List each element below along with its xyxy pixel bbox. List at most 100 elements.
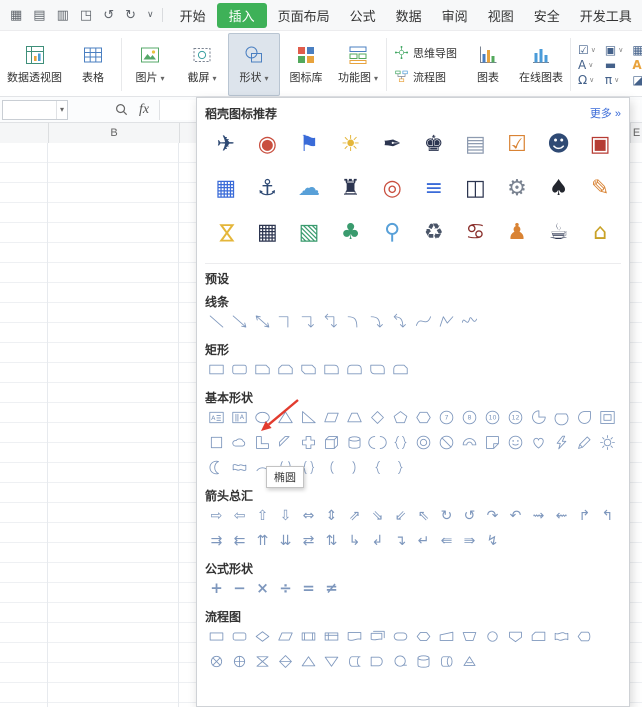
shape-fc-multidocument[interactable] — [366, 626, 389, 648]
shape-not-equal[interactable]: ≠ — [320, 578, 343, 600]
shape-multiply[interactable]: × — [251, 578, 274, 600]
shape-arrow-wave-right[interactable]: ⇝ — [527, 505, 550, 527]
wordart-button[interactable]: A∨ — [632, 59, 642, 71]
shape-fc-terminator[interactable] — [389, 626, 412, 648]
shape-line-arrow[interactable] — [228, 311, 251, 333]
shape-curved-arrow[interactable] — [366, 311, 389, 333]
save-icon[interactable]: ▤ — [33, 9, 45, 22]
shape-fc-manual-input[interactable] — [435, 626, 458, 648]
drink-icon[interactable]: ☕ — [549, 222, 569, 244]
shape-snip-same-side-corner-rectangle[interactable] — [274, 359, 297, 381]
shape-minus[interactable]: − — [228, 578, 251, 600]
shape-arrow-rotate-left[interactable]: ↺ — [458, 505, 481, 527]
tab-dev-tools[interactable]: 开发工具 — [571, 3, 641, 28]
shape-arrow-double-down[interactable]: ⇊ — [274, 530, 297, 552]
shape-cross[interactable] — [297, 432, 320, 454]
shape-elbow-arrow[interactable] — [297, 311, 320, 333]
shape-right-brace[interactable] — [389, 457, 412, 479]
tab-home[interactable]: 开始 — [171, 3, 215, 28]
print-preview-icon[interactable]: ◳ — [80, 9, 92, 22]
shape-fc-sequential-access[interactable] — [389, 651, 412, 673]
doc-search-icon[interactable]: ⚲ — [384, 222, 400, 244]
shape-pie[interactable] — [527, 407, 550, 429]
shape-left-bracket[interactable] — [320, 457, 343, 479]
column-header-b[interactable]: B — [48, 123, 179, 143]
shape-arrow-corner-up[interactable]: ↱ — [573, 505, 596, 527]
tab-insert[interactable]: 插入 — [216, 2, 267, 28]
shape-snip-single-corner-rectangle[interactable] — [251, 359, 274, 381]
shopping-bag-icon[interactable]: ♠ — [549, 178, 569, 200]
shape-arrow-down[interactable]: ⇩ — [274, 505, 297, 527]
shape-scribble[interactable] — [458, 311, 481, 333]
shape-fc-display[interactable] — [573, 626, 596, 648]
shape-curve[interactable] — [412, 311, 435, 333]
shape-right-triangle[interactable] — [297, 407, 320, 429]
shape-snip-round-corner-rectangle[interactable] — [389, 359, 412, 381]
flowchart-button[interactable]: 流程图 — [394, 69, 457, 85]
shape-elbow-connector[interactable] — [274, 311, 297, 333]
shape-fc-data[interactable] — [274, 626, 297, 648]
equation-button[interactable]: π ∨ — [605, 74, 623, 86]
shape-double-bracket[interactable] — [366, 432, 389, 454]
shape-line-diagonal[interactable] — [205, 311, 228, 333]
shape-arrow-triple-right[interactable]: ⇛ — [458, 530, 481, 552]
calendar-icon[interactable]: ▦ — [257, 222, 278, 244]
shape-elbow-double-arrow[interactable] — [320, 311, 343, 333]
shape-round-single-corner-rectangle[interactable] — [320, 359, 343, 381]
shape-arrow-ne[interactable]: ⇗ — [343, 505, 366, 527]
shape-left-brace[interactable] — [366, 457, 389, 479]
undo-icon[interactable]: ↺ — [103, 9, 114, 22]
tab-page-layout[interactable]: 页面布局 — [269, 3, 339, 28]
ship-icon[interactable]: ⚓ — [258, 178, 278, 200]
shape-fc-collate[interactable] — [251, 651, 274, 673]
function-diagram-button[interactable]: 功能图 ▾ — [332, 33, 384, 96]
shape-fc-delay[interactable] — [366, 651, 389, 673]
shape-hexagon[interactable] — [412, 407, 435, 429]
table-button[interactable]: 表格 — [67, 33, 119, 96]
shape-equal[interactable]: = — [297, 578, 320, 600]
shape-arrow-up[interactable]: ⇧ — [251, 505, 274, 527]
shape-arrow-double-left[interactable]: ⇇ — [228, 530, 251, 552]
shapes-button[interactable]: 形状 ▾ — [228, 33, 280, 96]
plane-icon[interactable]: ✈ — [217, 134, 235, 156]
trash-icon[interactable]: ♻ — [424, 222, 444, 244]
shape-arrow-wave-left[interactable]: ⇜ — [550, 505, 573, 527]
shape-smiley[interactable] — [504, 432, 527, 454]
id-card-icon[interactable]: ◫ — [465, 178, 486, 200]
shape-fc-direct-access-storage[interactable] — [435, 651, 458, 673]
watermark-button[interactable]: ◪∨ — [632, 74, 642, 86]
shape-ellipse[interactable] — [251, 407, 274, 429]
gear-icon[interactable]: ⚙ — [507, 178, 527, 200]
shape-rounded-rectangle[interactable] — [228, 359, 251, 381]
picture-button[interactable]: 图片 ▾ — [124, 33, 176, 96]
shape-square[interactable] — [205, 432, 228, 454]
shape-fc-summing-junction[interactable] — [205, 651, 228, 673]
shape-trapezoid[interactable] — [343, 407, 366, 429]
shape-fc-alternate-process[interactable] — [228, 626, 251, 648]
forms-button[interactable]: ☑ ∨ — [578, 44, 596, 56]
target-icon[interactable]: ◎ — [383, 178, 402, 200]
presentation-easel-icon[interactable]: ▧ — [299, 222, 320, 244]
shape-round-same-side-corner-rectangle[interactable] — [343, 359, 366, 381]
shape-fc-internal-storage[interactable] — [320, 626, 343, 648]
shape-freeform[interactable] — [435, 311, 458, 333]
tree-icon[interactable]: ♣ — [341, 222, 361, 244]
crab-icon[interactable]: ♋ — [466, 222, 486, 244]
tab-data[interactable]: 数据 — [387, 3, 431, 28]
shape-cylinder[interactable] — [343, 432, 366, 454]
shape-donut[interactable] — [412, 432, 435, 454]
shape-fc-sort[interactable] — [274, 651, 297, 673]
shape-diagonal-stripe[interactable] — [274, 432, 297, 454]
shape-dodecagon[interactable]: 12 — [504, 407, 527, 429]
chart-button[interactable]: 图表 — [462, 33, 514, 96]
shape-arrow-branch-left[interactable]: ↲ — [366, 530, 389, 552]
shape-fc-manual-operation[interactable] — [458, 626, 481, 648]
flag-icon[interactable]: ⚑ — [299, 134, 319, 156]
weather-icon[interactable]: ☁ — [298, 178, 320, 200]
shape-fc-predefined-process[interactable] — [297, 626, 320, 648]
print-icon[interactable]: ▥ — [57, 9, 69, 22]
shape-arrow-zigzag[interactable]: ↯ — [481, 530, 504, 552]
shape-diamond[interactable] — [366, 407, 389, 429]
shape-fc-decision[interactable] — [251, 626, 274, 648]
lecture-podium-icon[interactable]: ♚ — [424, 134, 444, 156]
